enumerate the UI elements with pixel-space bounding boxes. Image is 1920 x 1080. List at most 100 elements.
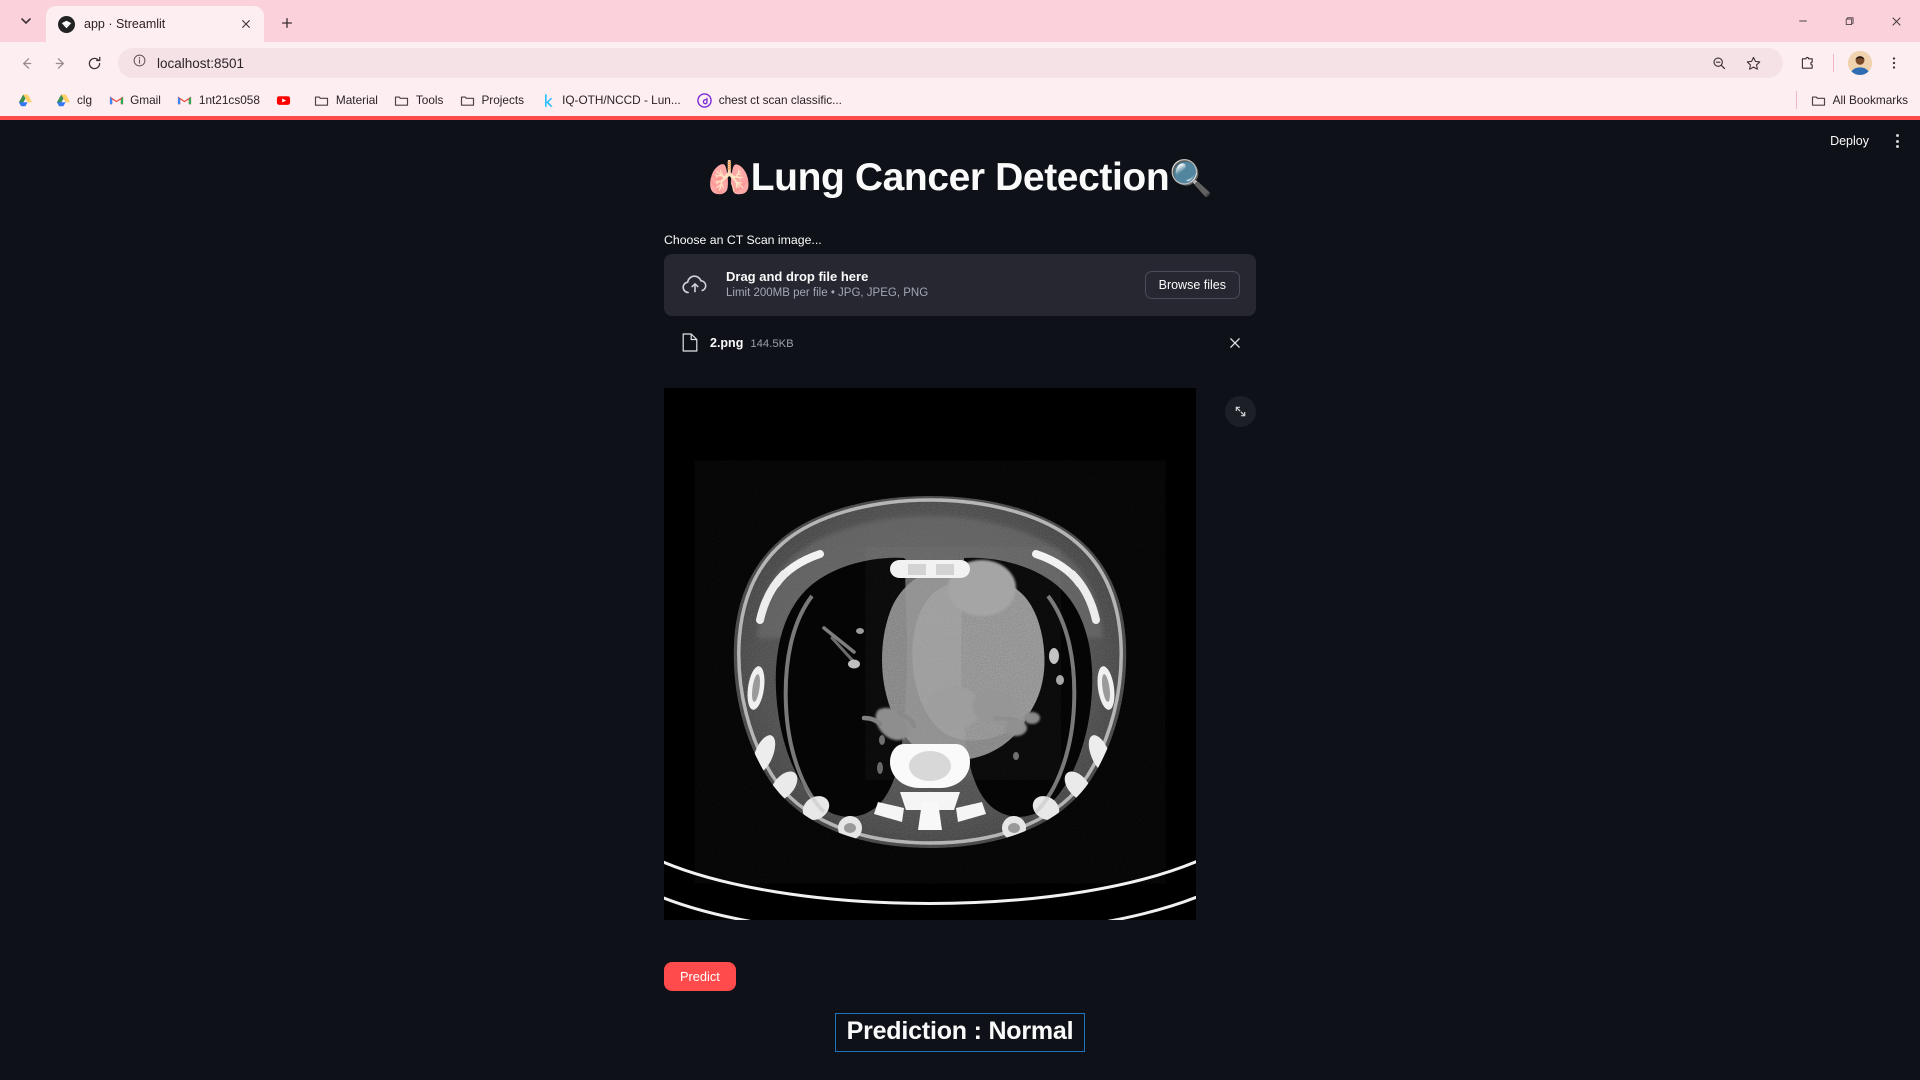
file-dropzone[interactable]: Drag and drop file here Limit 200MB per … (664, 253, 1256, 316)
extensions-puzzle-icon (1801, 56, 1813, 69)
uploader-block: Choose an CT Scan image... Drag and drop… (664, 233, 1256, 360)
minimize-icon (1798, 20, 1807, 22)
bookmark-item[interactable]: Material (307, 89, 385, 111)
folder-icon (394, 92, 410, 108)
reload-button[interactable] (78, 47, 110, 79)
bookmark-label: Gmail (130, 93, 161, 107)
minimize-button[interactable] (1779, 0, 1826, 42)
extensions-button[interactable] (1791, 47, 1823, 79)
tab-title: app · Streamlit (84, 17, 166, 31)
tab-strip: app · Streamlit (0, 0, 1920, 42)
bookmark-item[interactable]: chest ct scan classific... (690, 89, 849, 111)
bookmark-item[interactable] (269, 89, 305, 111)
profile-button[interactable] (1844, 47, 1876, 79)
uploaded-file-name: 2.png (710, 335, 744, 350)
bookmark-label: Material (335, 93, 378, 107)
app-menu-button[interactable] (1884, 128, 1910, 154)
close-window-button[interactable] (1873, 0, 1920, 42)
folder-icon (314, 92, 330, 108)
close-icon (242, 20, 250, 28)
upload-cloud-icon (680, 270, 710, 300)
file-uploader-label: Choose an CT Scan image... (664, 232, 822, 247)
dropzone-limits: Limit 200MB per file • JPG, JPEG, PNG (726, 286, 929, 299)
navigation-toolbar: localhost:8501 (0, 42, 1920, 84)
browser-toolbar-actions (1791, 47, 1910, 79)
youtube-icon (276, 92, 292, 108)
dropzone-title: Drag and drop file here (726, 269, 869, 285)
ct-scan-image (664, 387, 1196, 920)
uploaded-file-size: 144.5KB (750, 337, 794, 350)
browse-files-button[interactable]: Browse files (1144, 270, 1240, 299)
gmail-icon (177, 92, 193, 108)
three-dot-menu-icon (1892, 57, 1896, 69)
google-drive-icon (55, 92, 71, 108)
gmail-icon (108, 92, 124, 108)
folder-icon (459, 92, 475, 108)
profile-avatar (1848, 51, 1872, 75)
tab-close-button[interactable] (236, 14, 256, 34)
three-dot-menu-icon (1895, 139, 1899, 143)
remove-file-button[interactable] (1224, 332, 1246, 354)
dropzone-texts: Drag and drop file here Limit 200MB per … (726, 268, 1129, 301)
close-icon (1892, 16, 1901, 26)
app-main-container: 🫁Lung Cancer Detection🔍 Choose an CT Sca… (0, 120, 1920, 1052)
bookmarks-bar: clg Gmail 1nt21cs058 Material Tools Proj… (0, 84, 1920, 116)
streamlit-favicon (58, 15, 75, 33)
bookmarks-divider (1795, 91, 1797, 109)
bookmark-label: Tools (415, 93, 444, 107)
zoom-search-icon (1713, 57, 1726, 70)
fullscreen-button[interactable] (1225, 395, 1256, 427)
all-bookmarks-label: All Bookmarks (1832, 93, 1908, 107)
forward-arrow-icon (55, 57, 64, 69)
bookmark-item[interactable]: Gmail (101, 89, 168, 111)
image-preview-container (664, 387, 1256, 920)
deploy-button[interactable]: Deploy (1821, 130, 1878, 152)
google-drive-icon (17, 92, 33, 108)
uploaded-file-row: 2.png 144.5KB (664, 326, 1256, 360)
bookmark-item[interactable]: Projects (452, 89, 531, 111)
three-dot-menu-icon (1895, 145, 1899, 148)
browser-tab[interactable]: app · Streamlit (46, 6, 264, 42)
uploaded-file-info: 2.png 144.5KB (710, 334, 794, 352)
forward-button[interactable] (44, 47, 76, 79)
maximize-icon (1845, 16, 1854, 25)
address-bar-url: localhost:8501 (157, 55, 245, 71)
back-button[interactable] (10, 47, 42, 79)
bookmark-item[interactable]: Tools (387, 89, 451, 111)
streamlit-app: Deploy 🫁Lung Cancer Detection🔍 Choose an… (0, 120, 1920, 1080)
plus-icon (281, 17, 293, 29)
bookmark-label: clg (77, 93, 93, 107)
chevron-down-icon (21, 18, 31, 24)
all-bookmarks-button[interactable]: All Bookmarks (1788, 91, 1908, 109)
site-info-icon[interactable] (132, 53, 147, 73)
tab-search-button[interactable] (6, 4, 46, 38)
page-title-text: Lung Cancer Detection (750, 156, 1170, 199)
folder-icon (1811, 92, 1827, 108)
predict-block: Predict (664, 920, 1256, 991)
streamlit-header: Deploy (1821, 120, 1920, 162)
maximize-button[interactable] (1826, 0, 1873, 42)
predict-button[interactable]: Predict (664, 961, 736, 991)
file-icon (682, 333, 698, 352)
bookmark-label: Projects (481, 93, 525, 107)
bookmark-item[interactable]: IQ-OTH/NCCD - Lun... (533, 89, 688, 111)
kaggle-icon (540, 92, 556, 108)
toolbar-divider (1833, 54, 1834, 72)
prediction-result-container: Prediction : Normal (664, 1012, 1256, 1052)
magnifier-emoji: 🔍 (1169, 159, 1213, 198)
bookmark-item[interactable]: 1nt21cs058 (170, 89, 267, 111)
browser-menu-button[interactable] (1878, 47, 1910, 79)
bookmark-label: IQ-OTH/NCCD - Lun... (562, 93, 681, 107)
bookmark-star-button[interactable] (1737, 47, 1769, 79)
address-bar[interactable]: localhost:8501 (118, 48, 1783, 78)
page-title: 🫁Lung Cancer Detection🔍 (0, 154, 1920, 203)
zoom-search-button[interactable] (1703, 47, 1735, 79)
new-tab-button[interactable] (272, 8, 302, 38)
prediction-result-text: Prediction : Normal (834, 1012, 1086, 1052)
window-controls (1779, 0, 1920, 42)
bookmark-label: 1nt21cs058 (198, 93, 260, 107)
bookmark-item[interactable] (10, 89, 46, 111)
fullscreen-expand-icon (1235, 406, 1246, 417)
bookmark-item[interactable]: clg (48, 89, 99, 111)
purple-at-icon (697, 92, 713, 108)
